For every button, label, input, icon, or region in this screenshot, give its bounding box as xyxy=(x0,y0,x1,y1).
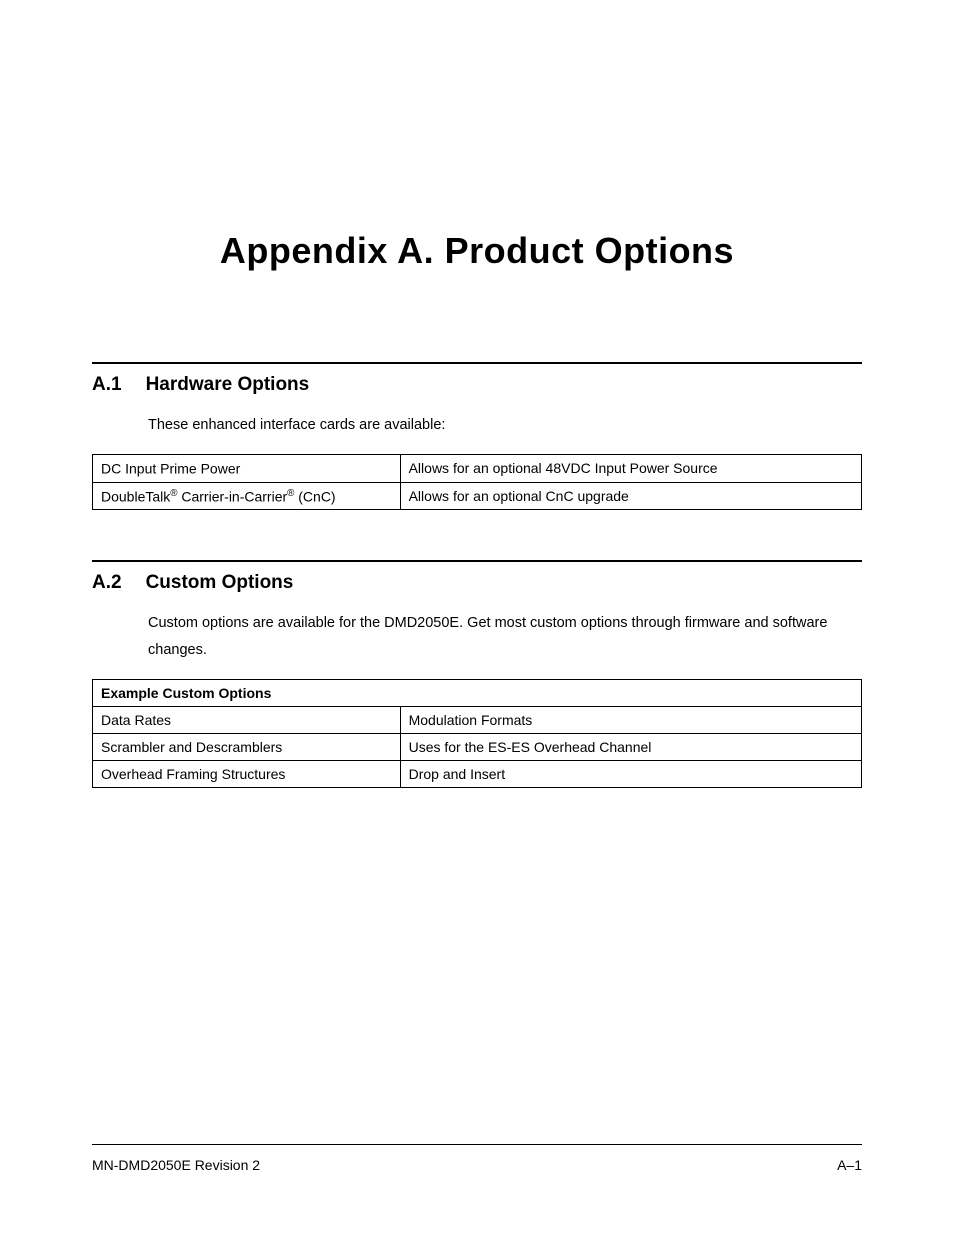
section-divider xyxy=(92,560,862,562)
section-number: A.1 xyxy=(92,374,122,395)
table-header-cell: Example Custom Options xyxy=(93,679,862,706)
custom-options-table: Example Custom Options Data Rates Modula… xyxy=(92,679,862,788)
table-cell: Data Rates xyxy=(93,706,401,733)
table-cell: Scrambler and Descramblers xyxy=(93,733,401,760)
footer-right: A–1 xyxy=(837,1157,862,1173)
section-heading-a1: A.1 Hardware Options xyxy=(92,374,862,396)
footer-left: MN-DMD2050E Revision 2 xyxy=(92,1157,260,1173)
section-divider xyxy=(92,362,862,364)
table-cell: DoubleTalk® Carrier-in-Carrier® (CnC) xyxy=(93,482,401,510)
section-heading-a2: A.2 Custom Options xyxy=(92,572,862,594)
table-cell: Drop and Insert xyxy=(400,760,861,787)
table-row: DoubleTalk® Carrier-in-Carrier® (CnC) Al… xyxy=(93,482,862,510)
table-cell: DC Input Prime Power xyxy=(93,455,401,483)
table-cell: Overhead Framing Structures xyxy=(93,760,401,787)
hardware-options-table: DC Input Prime Power Allows for an optio… xyxy=(92,454,862,510)
table-row: Scrambler and Descramblers Uses for the … xyxy=(93,733,862,760)
section-intro-a1: These enhanced interface cards are avail… xyxy=(148,412,862,438)
page-footer: MN-DMD2050E Revision 2 A–1 xyxy=(92,1144,862,1173)
table-cell: Uses for the ES-ES Overhead Channel xyxy=(400,733,861,760)
table-row: DC Input Prime Power Allows for an optio… xyxy=(93,455,862,483)
table-row: Data Rates Modulation Formats xyxy=(93,706,862,733)
section-number: A.2 xyxy=(92,572,122,593)
table-row: Overhead Framing Structures Drop and Ins… xyxy=(93,760,862,787)
table-header-row: Example Custom Options xyxy=(93,679,862,706)
table-cell: Allows for an optional 48VDC Input Power… xyxy=(400,455,861,483)
section-heading-text: Hardware Options xyxy=(146,374,310,395)
page-title: Appendix A. Product Options xyxy=(92,230,862,272)
table-cell: Modulation Formats xyxy=(400,706,861,733)
section-heading-text: Custom Options xyxy=(146,572,294,593)
section-intro-a2: Custom options are available for the DMD… xyxy=(148,610,862,662)
table-cell: Allows for an optional CnC upgrade xyxy=(400,482,861,510)
